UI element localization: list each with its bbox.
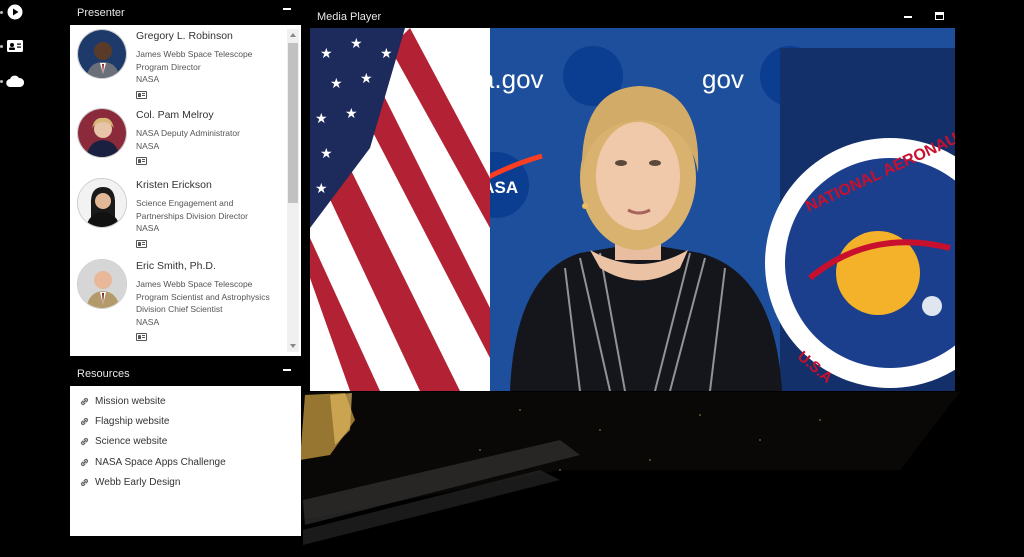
svg-text:★: ★ — [320, 145, 333, 161]
presenter-item: Col. Pam Melroy NASA Deputy Administrato… — [70, 104, 301, 174]
rail-indicator — [0, 11, 3, 14]
rail-indicator — [0, 80, 3, 83]
presenter-item: Kristen Erickson Science Engagement and … — [70, 174, 301, 255]
resource-link-webb-design[interactable]: Webb Early Design — [70, 473, 301, 493]
presenter-org: NASA — [136, 316, 160, 327]
avatar — [77, 29, 127, 79]
presenter-role: Science Engagement and Partnerships Divi… — [136, 197, 301, 235]
scroll-up-arrow-icon[interactable] — [290, 33, 296, 37]
presenter-name: Kristen Erickson — [136, 179, 212, 191]
media-player-header: Media Player — [310, 4, 955, 28]
backdrop-text-partial: gov — [702, 64, 744, 94]
svg-text:★: ★ — [330, 75, 343, 91]
svg-text:★: ★ — [360, 70, 373, 86]
resource-link-science[interactable]: Science website — [70, 432, 301, 452]
video-frame[interactable]: nasa.gov gov NASA ★ ★ ★ ★ ★ ★ ★ ★ ★ NATI… — [310, 28, 955, 391]
presenter-title: NASA Deputy Administrator — [136, 128, 240, 138]
contact-card-icon[interactable] — [136, 157, 147, 165]
rail-indicator — [0, 45, 3, 48]
resource-link-label[interactable]: Webb Early Design — [95, 477, 180, 488]
resource-link-space-apps[interactable]: NASA Space Apps Challenge — [70, 452, 301, 472]
presenter-scrollbar[interactable] — [287, 29, 299, 352]
avatar — [77, 259, 127, 309]
contact-card-icon[interactable] — [136, 90, 147, 99]
avatar — [77, 178, 127, 228]
minimize-icon[interactable] — [283, 8, 291, 10]
presenter-role: James Webb Space Telescope Program Direc… — [136, 48, 301, 86]
cloud-icon[interactable] — [4, 70, 26, 92]
presenter-name: Col. Pam Melroy — [136, 109, 214, 121]
resource-link-label[interactable]: Flagship website — [95, 416, 169, 427]
minimize-icon[interactable] — [904, 16, 912, 18]
contact-card-icon[interactable] — [4, 35, 26, 57]
presenter-title: Science Engagement and Partnerships Divi… — [136, 198, 248, 221]
minimize-icon[interactable] — [283, 369, 291, 371]
maximize-icon[interactable] — [935, 12, 944, 20]
presenter-item: Eric Smith, Ph.D. James Webb Space Teles… — [70, 255, 301, 355]
american-flag: ★★★ ★ ★ ★ ★ ★★ — [310, 28, 490, 391]
link-icon — [80, 418, 89, 426]
nasa-seal: NATIONAL AERONAUTICS U.S.A — [765, 48, 955, 391]
presenter-role: NASA Deputy Administrator NASA — [136, 127, 301, 152]
resources-list: Mission website Flagship website Science… — [70, 386, 301, 536]
presenter-name: Eric Smith, Ph.D. — [136, 260, 216, 272]
resource-link-label[interactable]: Science website — [95, 436, 167, 447]
presenter-item: Gregory L. Robinson James Webb Space Tel… — [70, 25, 301, 104]
svg-text:★: ★ — [345, 105, 358, 121]
presenter-name: Gregory L. Robinson — [136, 30, 233, 42]
link-icon — [80, 438, 89, 446]
media-player-title: Media Player — [317, 11, 382, 23]
link-icon — [80, 479, 89, 487]
link-icon — [80, 458, 89, 466]
svg-text:★: ★ — [315, 110, 328, 126]
resource-link-label[interactable]: Mission website — [95, 396, 166, 407]
scroll-thumb[interactable] — [288, 43, 298, 203]
presenter-list[interactable]: Gregory L. Robinson James Webb Space Tel… — [70, 25, 301, 356]
scroll-down-arrow-icon[interactable] — [290, 344, 296, 348]
link-icon — [80, 397, 89, 405]
svg-text:★: ★ — [320, 45, 333, 61]
resource-link-label[interactable]: NASA Space Apps Challenge — [95, 457, 226, 468]
contact-card-icon[interactable] — [136, 333, 147, 341]
resources-panel-header: Resources — [70, 362, 301, 386]
resource-link-flagship[interactable]: Flagship website — [70, 411, 301, 431]
presenter-panel-title: Presenter — [77, 7, 125, 19]
svg-text:★: ★ — [315, 180, 328, 196]
resources-panel-title: Resources — [77, 368, 130, 380]
presenter-org: NASA — [136, 223, 160, 233]
presenter-org: NASA — [136, 74, 160, 84]
svg-text:★: ★ — [350, 35, 363, 51]
presenter-title: James Webb Space Telescope Program Direc… — [136, 49, 253, 72]
presenter-title: James Webb Space Telescope Program Scien… — [136, 279, 270, 314]
presenter-org: NASA — [136, 140, 160, 151]
resource-link-mission[interactable]: Mission website — [70, 391, 301, 411]
presenter-role: James Webb Space Telescope Program Scien… — [136, 278, 301, 328]
contact-card-icon[interactable] — [136, 239, 147, 248]
svg-text:★: ★ — [380, 45, 393, 61]
presenter-panel-header: Presenter — [70, 1, 301, 25]
play-circle-icon[interactable] — [4, 1, 26, 23]
avatar — [77, 108, 127, 158]
